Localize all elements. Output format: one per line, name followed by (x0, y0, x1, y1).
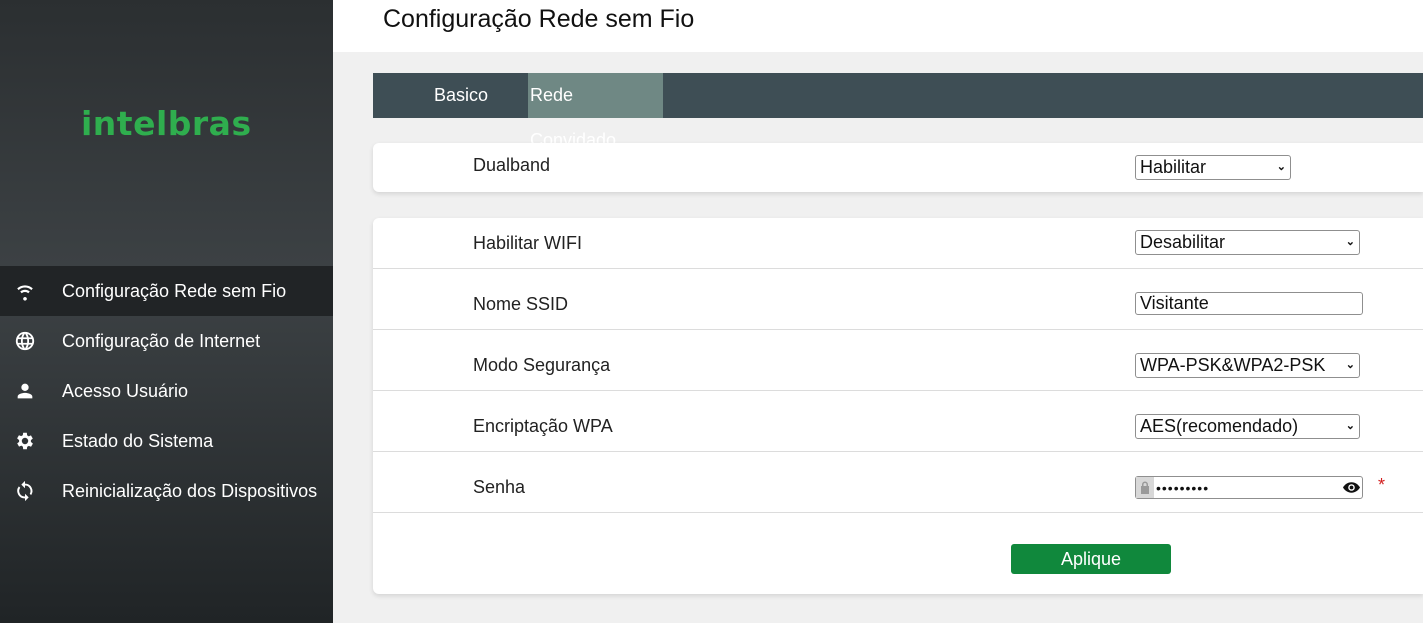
encryption-label: Encriptação WPA (473, 416, 613, 436)
form-row-encryption: Encriptação WPA AES(recomendado) ⌄ (373, 391, 1423, 452)
chevron-down-icon: ⌄ (1345, 420, 1355, 432)
sidebar-item-restart[interactable]: Reinicialização dos Dispositivos (0, 466, 333, 516)
password-input[interactable]: ••••••••• (1135, 476, 1363, 499)
sidebar-nav: Configuração Rede sem Fio Configuração d… (0, 266, 333, 516)
chevron-down-icon: ⌄ (1345, 236, 1355, 248)
globe-icon (0, 330, 62, 352)
apply-button[interactable]: Aplique (1011, 544, 1171, 574)
lock-icon (1136, 477, 1154, 498)
sidebar-item-label: Configuração Rede sem Fio (62, 280, 287, 301)
sidebar: intelbras Configuração Rede sem Fio Conf… (0, 0, 333, 623)
wifi-icon (0, 280, 62, 302)
security-label: Modo Segurança (473, 355, 611, 375)
form-row-password: Senha ••••••••• (373, 452, 1423, 513)
sidebar-item-label: Acesso Usuário (62, 380, 189, 401)
dualband-card: Dualband Habilitar ⌄ (373, 143, 1423, 192)
password-value: ••••••••• (1156, 479, 1210, 496)
user-icon (0, 380, 62, 402)
show-password-icon[interactable] (1340, 482, 1362, 493)
security-mode-select[interactable]: WPA-PSK&WPA2-PSK ⌄ (1135, 353, 1360, 378)
brand-logo: intelbras (81, 104, 252, 143)
dualband-value: Habilitar (1140, 157, 1207, 177)
encryption-value: AES(recomendado) (1140, 416, 1299, 436)
form-row-wifi: Habilitar WIFI Desabilitar ⌄ (373, 218, 1423, 269)
tab-bar: Basico Rede Convidado (373, 73, 1423, 150)
sidebar-item-label: Reinicialização dos Dispositivos (62, 480, 318, 501)
gear-icon (0, 430, 62, 452)
sidebar-item-label: Estado do Sistema (62, 430, 214, 451)
chevron-down-icon: ⌄ (1276, 161, 1286, 173)
password-label: Senha (473, 477, 526, 497)
encryption-select[interactable]: AES(recomendado) ⌄ (1135, 414, 1360, 439)
guest-network-form: Habilitar WIFI Desabilitar ⌄ Nome SSID V… (373, 218, 1423, 594)
dualband-select[interactable]: Habilitar ⌄ (1135, 155, 1291, 180)
sidebar-item-label: Configuração de Internet (62, 330, 261, 351)
restart-icon (0, 480, 62, 502)
sidebar-item-system-status[interactable]: Estado do Sistema (0, 416, 333, 466)
wifi-label: Habilitar WIFI (473, 233, 583, 253)
tab-rede-convidado[interactable]: Rede Convidado (528, 73, 663, 150)
form-row-security: Modo Segurança WPA-PSK&WPA2-PSK ⌄ (373, 330, 1423, 391)
chevron-down-icon: ⌄ (1345, 359, 1355, 371)
required-marker: * (1378, 475, 1386, 495)
header-bar: Configuração Rede sem Fio (333, 0, 1423, 52)
ssid-label: Nome SSID (473, 294, 569, 314)
dualband-label: Dualband (473, 155, 551, 175)
ssid-input[interactable]: Visitante (1135, 292, 1363, 315)
sidebar-item-wireless[interactable]: Configuração Rede sem Fio (0, 266, 333, 316)
page-title: Configuração Rede sem Fio (383, 5, 695, 33)
wifi-enable-select[interactable]: Desabilitar ⌄ (1135, 230, 1360, 255)
wifi-enable-value: Desabilitar (1140, 232, 1226, 252)
tab-basico[interactable]: Basico (434, 73, 488, 118)
sidebar-item-internet[interactable]: Configuração de Internet (0, 316, 333, 366)
security-mode-value: WPA-PSK&WPA2-PSK (1140, 355, 1326, 375)
form-row-ssid: Nome SSID Visitante (373, 269, 1423, 330)
sidebar-item-user-access[interactable]: Acesso Usuário (0, 366, 333, 416)
